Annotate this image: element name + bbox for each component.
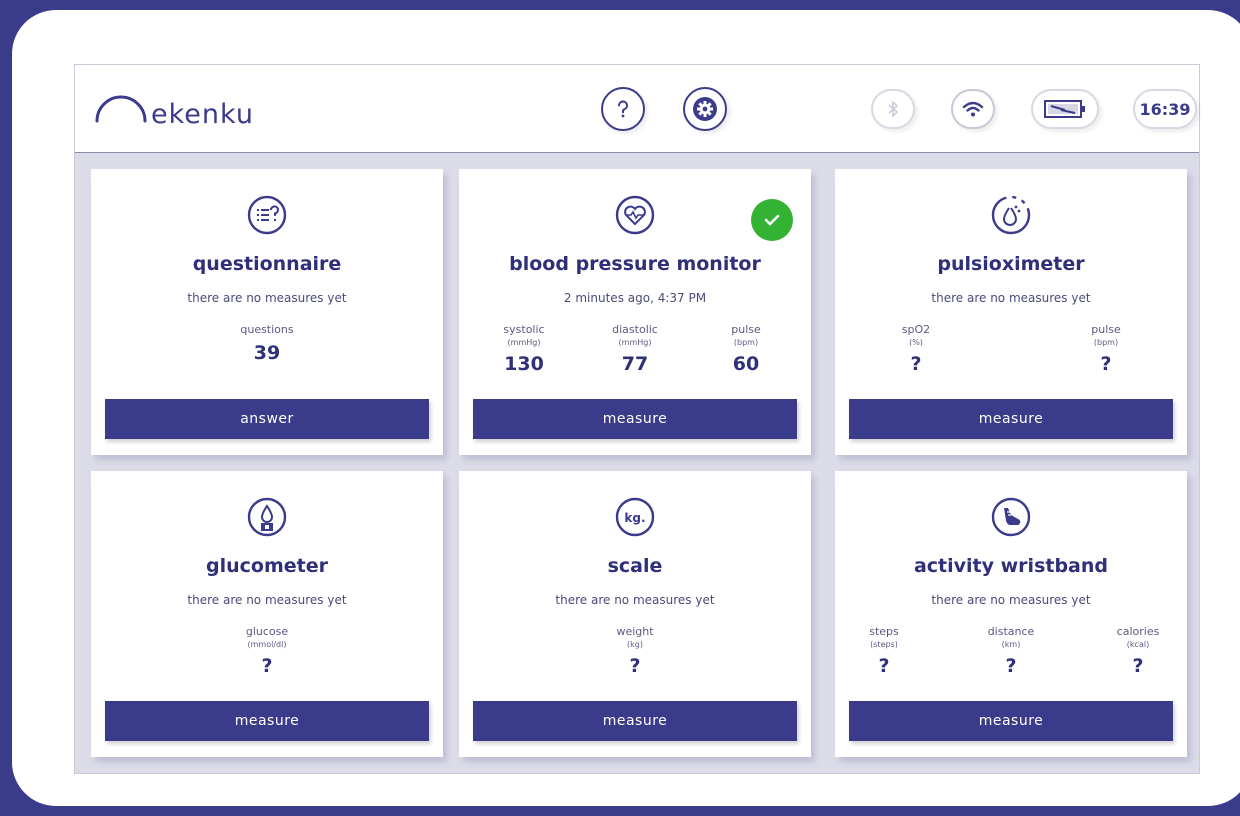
card-status: there are no measures yet — [187, 593, 347, 607]
gear-icon — [693, 97, 717, 121]
card-activity-wristband: activity wristband there are no measures… — [835, 471, 1187, 757]
card-title: activity wristband — [913, 555, 1109, 577]
metric-unit: (mmHg) — [507, 338, 541, 347]
measure-button[interactable]: measure — [849, 399, 1173, 439]
top-bar: ekenku 16:39 — [75, 65, 1199, 153]
metric-distance: distance (km) ? — [976, 625, 1046, 677]
measure-button[interactable]: measure — [473, 399, 797, 439]
metric-value: ? — [629, 655, 641, 677]
metric-value: 60 — [732, 353, 760, 375]
card-status: there are no measures yet — [187, 291, 347, 305]
card-status: there are no measures yet — [555, 593, 715, 607]
metric-spo2: spO2 (%) ? — [881, 323, 951, 375]
metric-label: questions — [240, 323, 294, 336]
card-scale: kg. scale there are no measures yet weig… — [459, 471, 811, 757]
metrics: weight (kg) ? — [489, 625, 781, 677]
metrics: steps (steps) ? distance (km) ? calories… — [849, 625, 1173, 677]
card-glucometer: glucometer there are no measures yet glu… — [91, 471, 443, 757]
glucose-drop-icon — [247, 497, 287, 537]
metric-label: systolic — [503, 323, 545, 336]
metric-unit: (mmHg) — [618, 338, 652, 347]
wifi-status[interactable] — [951, 89, 995, 129]
metric-pulse: pulse (bpm) 60 — [711, 323, 781, 375]
metric-label: distance — [987, 625, 1035, 638]
card-status: 2 minutes ago, 4:37 PM — [563, 291, 707, 305]
metric-value: ? — [1132, 655, 1144, 677]
metric-unit: (%) — [909, 338, 923, 347]
heart-pressure-icon — [615, 195, 655, 235]
metric-label: weight — [616, 625, 654, 638]
metric-diastolic: diastolic (mmHg) 77 — [600, 323, 670, 375]
metric-unit: (steps) — [870, 640, 898, 649]
answer-button[interactable]: answer — [105, 399, 429, 439]
metric-calories: calories (kcal) ? — [1103, 625, 1173, 677]
bluetooth-status[interactable] — [871, 89, 915, 129]
scale-icon-text: kg. — [624, 511, 645, 525]
wifi-icon — [962, 101, 984, 117]
metric-label: calories — [1116, 625, 1160, 638]
metric-label: steps — [869, 625, 899, 638]
metric-systolic: systolic (mmHg) 130 — [489, 323, 559, 375]
app-screen: ekenku 16:39 questionnaire there are no … — [74, 64, 1200, 774]
metric-value: 130 — [504, 353, 544, 375]
check-icon — [764, 214, 780, 226]
metrics: glucose (mmol/dl) ? — [121, 625, 413, 677]
metric-value: ? — [910, 353, 922, 375]
card-status: there are no measures yet — [931, 593, 1091, 607]
pulse-drop-icon — [991, 195, 1031, 235]
metric-unit: (mmol/dl) — [247, 640, 287, 649]
settings-button[interactable] — [683, 87, 727, 131]
card-title: scale — [607, 555, 663, 577]
metrics: systolic (mmHg) 130 diastolic (mmHg) 77 … — [489, 323, 781, 375]
metric-label: spO2 — [901, 323, 931, 336]
device-frame: ekenku 16:39 questionnaire there are no … — [12, 10, 1240, 806]
card-blood-pressure: blood pressure monitor 2 minutes ago, 4:… — [459, 169, 811, 455]
questionnaire-icon — [247, 195, 287, 235]
metric-pulse: pulse (bpm) ? — [1071, 323, 1141, 375]
logo-arc-icon — [95, 95, 147, 123]
card-questionnaire: questionnaire there are no measures yet … — [91, 169, 443, 455]
shoe-icon — [991, 497, 1031, 537]
battery-status[interactable] — [1031, 89, 1099, 129]
metric-value: ? — [878, 655, 890, 677]
metric-value: ? — [1005, 655, 1017, 677]
measure-button[interactable]: measure — [849, 701, 1173, 741]
metric-value: ? — [1100, 353, 1112, 375]
metric-value: ? — [261, 655, 273, 677]
metric-unit: (bpm) — [733, 338, 759, 347]
metric-value: 39 — [253, 342, 281, 364]
measured-check-badge — [751, 199, 793, 241]
battery-charging-icon — [1044, 100, 1085, 118]
metric-label: pulse — [731, 323, 761, 336]
card-title: pulsioximeter — [937, 253, 1085, 275]
help-icon — [618, 100, 628, 118]
help-button[interactable] — [601, 87, 645, 131]
time-display: 16:39 — [1133, 89, 1197, 129]
card-title: glucometer — [206, 555, 328, 577]
scale-kg-icon: kg. — [615, 497, 655, 537]
card-status: there are no measures yet — [931, 291, 1091, 305]
measure-button[interactable]: measure — [105, 701, 429, 741]
bluetooth-icon — [888, 100, 899, 118]
metric-value: 77 — [621, 353, 649, 375]
metrics: questions 39 — [121, 323, 413, 364]
metric-label: diastolic — [612, 323, 658, 336]
metric-glucose: glucose (mmol/dl) ? — [232, 625, 302, 677]
metric-unit: (km) — [1001, 640, 1021, 649]
metric-questions: questions 39 — [232, 323, 302, 364]
metric-steps: steps (steps) ? — [849, 625, 919, 677]
clock-text: 16:39 — [1139, 99, 1191, 119]
metrics: spO2 (%) ? pulse (bpm) ? — [881, 323, 1141, 375]
card-title: blood pressure monitor — [509, 253, 761, 275]
metric-unit: (kg) — [627, 640, 643, 649]
metric-label: glucose — [245, 625, 289, 638]
metric-label: pulse — [1091, 323, 1121, 336]
measure-button[interactable]: measure — [473, 701, 797, 741]
metric-unit: (bpm) — [1093, 338, 1119, 347]
card-title: questionnaire — [192, 253, 342, 275]
metric-weight: weight (kg) ? — [600, 625, 670, 677]
metric-unit: (kcal) — [1126, 640, 1150, 649]
logo-text: ekenku — [151, 99, 254, 130]
card-pulsioximeter: pulsioximeter there are no measures yet … — [835, 169, 1187, 455]
